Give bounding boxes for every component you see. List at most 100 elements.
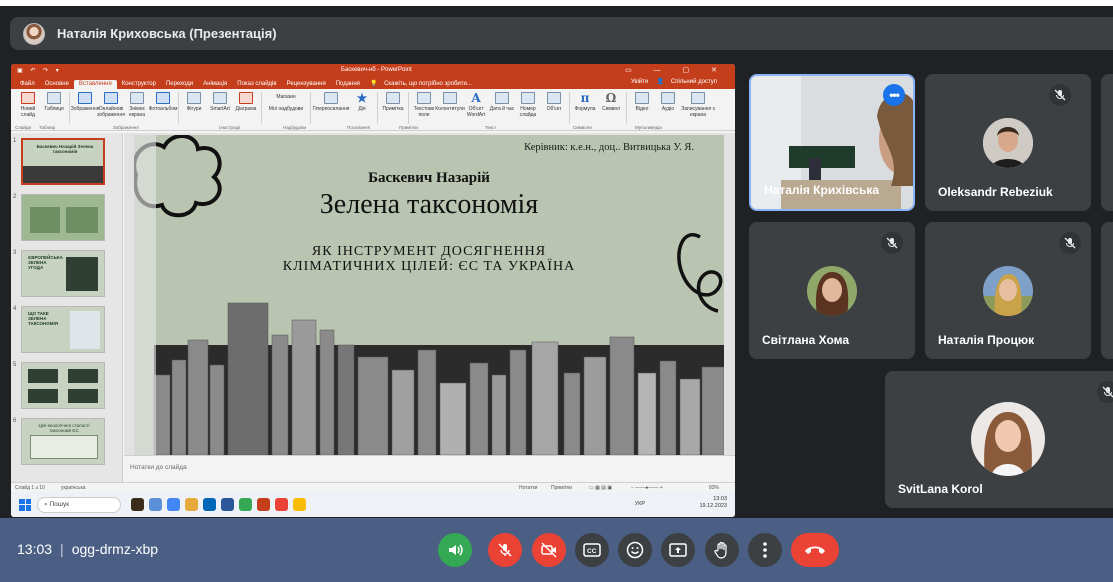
store-icon[interactable] [203, 498, 216, 511]
screen-recording-icon [691, 92, 705, 104]
quick-access-toolbar[interactable]: ▣ ↶ ↷ ▾ [17, 67, 62, 74]
slide-number-label: Номер слайда [519, 106, 537, 118]
slide-thumbnail[interactable]: Цілі екологічної сталості таксономії ЄС [21, 418, 105, 465]
powerpoint-icon[interactable] [257, 498, 270, 511]
more-options-icon[interactable]: ••• [883, 84, 905, 106]
captions-button[interactable]: CC [575, 533, 609, 567]
slide-thumbnail[interactable] [21, 194, 105, 241]
building-12 [417, 349, 437, 455]
reactions-button[interactable] [618, 533, 652, 567]
picture-icon [78, 92, 92, 104]
photo-album-icon [156, 92, 170, 104]
tab-animations[interactable]: Анімація [198, 81, 232, 89]
screenshot-label: Знімок екрана [128, 106, 146, 118]
chrome-icon[interactable] [167, 498, 180, 511]
more-options-icon [763, 542, 767, 558]
camera-toggle-button[interactable] [532, 533, 566, 567]
slide-thumbnail[interactable]: ЄВРОПЕЙСЬКА ЗЕЛЕНА УГОДА [21, 250, 105, 297]
present-button[interactable] [661, 533, 695, 567]
window-controls[interactable]: ▭ — ▢ ✕ [625, 66, 727, 74]
keyboard-language[interactable]: УКР [635, 501, 645, 507]
pi-icon: π [580, 91, 590, 105]
mic-off-icon [1097, 381, 1113, 403]
new-slide-label: Новий слайд [20, 106, 36, 118]
participant-tile[interactable]: Наталія Процюк [925, 222, 1091, 359]
online-picture-icon [104, 92, 118, 104]
meeting-code[interactable]: ogg-drmz-xbp [72, 541, 158, 557]
building-9 [337, 344, 355, 455]
language-indicator[interactable]: українська [61, 485, 86, 491]
new-slide-icon [21, 92, 35, 104]
zoom-slider[interactable]: − ——●—— + [631, 485, 663, 491]
thumb-caption: Баскевич Назарій Зелена таксономія [36, 144, 94, 154]
date-time-label: Дата й час [489, 106, 515, 112]
participant-tile-partial[interactable] [1101, 222, 1113, 359]
building-16 [509, 349, 527, 455]
pictures-label: Зображення [70, 106, 100, 112]
app-icon[interactable] [293, 498, 306, 511]
shapes-label: Фігури [186, 106, 202, 112]
sign-in-link[interactable]: Увійти [626, 79, 653, 87]
group-comments: Примітки [399, 125, 418, 130]
wordart-label: Об'єкт WordArt [466, 106, 486, 118]
more-options-button[interactable] [748, 533, 782, 567]
thumb-number: 4 [13, 306, 17, 312]
smartart-label: SmartArt [210, 106, 230, 112]
tab-review[interactable]: Рецензування [282, 81, 331, 89]
zoom-level[interactable]: 83% [709, 485, 719, 491]
comments-toggle[interactable]: Примітки [551, 485, 572, 491]
textbox-icon [417, 92, 431, 104]
system-clock[interactable]: 13:03 19.12.2023 [699, 496, 727, 510]
slide-thumbnails-pane[interactable]: 1 Баскевич Назарій Зелена таксономія 2 3… [11, 133, 123, 501]
tab-slideshow[interactable]: Показ слайдів [232, 81, 281, 89]
avatar-photo [983, 118, 1033, 168]
thumb-block [30, 207, 60, 233]
mic-off-icon [498, 543, 512, 557]
audio-button[interactable] [438, 533, 472, 567]
my-addins-label[interactable]: Мої надбудови [269, 106, 303, 112]
word-icon[interactable] [221, 498, 234, 511]
calendar-icon [495, 92, 509, 104]
leave-call-button[interactable] [791, 533, 839, 567]
slide-title: Зелена таксономія [319, 189, 539, 220]
header-footer-icon [443, 92, 457, 104]
chrome-alt-icon[interactable] [239, 498, 252, 511]
participant-name: Oleksandr Rebeziuk [938, 185, 1053, 199]
participant-tile[interactable]: Світлана Хома [749, 222, 915, 359]
tab-view[interactable]: Подання [331, 81, 365, 89]
tab-transitions[interactable]: Переходи [161, 81, 198, 89]
file-explorer-icon[interactable] [185, 498, 198, 511]
tab-design[interactable]: Конструктор [117, 81, 161, 89]
group-symbols: Символи [573, 125, 592, 130]
slide-thumbnail[interactable] [21, 362, 105, 409]
building-3 [187, 339, 209, 455]
tell-me-box[interactable]: 💡 Скажіть, що потрібно зробити... [365, 80, 482, 89]
slide-editing-area[interactable]: Керівник: к.е.н., доц.. Витвицька У. Я. … [124, 133, 735, 501]
mic-toggle-button[interactable] [488, 533, 522, 567]
participant-tile[interactable]: Oleksandr Rebeziuk [925, 74, 1091, 211]
participant-tile-self[interactable]: ••• Наталія Крихівська [749, 74, 915, 211]
share-button[interactable]: Спільний доступ [666, 79, 722, 87]
notes-toggle[interactable]: Нотатки [519, 485, 537, 491]
system-date: 19.12.2023 [699, 503, 727, 509]
slide-thumbnail[interactable]: Баскевич Назарій Зелена таксономія [21, 138, 105, 185]
windows-start-icon[interactable] [19, 498, 31, 511]
view-buttons[interactable]: ▭ ▦ ▤ ▣ [589, 485, 612, 491]
slide-thumbnail[interactable]: ЩО ТАКЕ ЗЕЛЕНА ТАКСОНОМІЯ [21, 306, 105, 353]
raise-hand-button[interactable] [705, 533, 739, 567]
taskbar-search[interactable]: ⌕ Пошук [37, 496, 121, 513]
tab-insert[interactable]: Вставлення [73, 80, 117, 89]
participant-tile[interactable]: SvitLana Korol [885, 371, 1113, 508]
current-slide[interactable]: Керівник: к.е.н., доц.. Витвицька У. Я. … [134, 135, 724, 455]
participant-tile-partial[interactable] [1101, 74, 1113, 211]
task-view-icon[interactable] [149, 498, 162, 511]
taskbar-search-text: Пошук [49, 501, 70, 508]
group-links: Посилання [347, 125, 371, 130]
tab-file[interactable]: Файл [15, 81, 40, 89]
audio-label: Аудіо [661, 106, 675, 112]
tab-home[interactable]: Основне [40, 81, 74, 89]
thumb-number: 1 [13, 138, 17, 144]
widget-icon[interactable] [131, 498, 144, 511]
account-area[interactable]: Увійти 👤 Спільний доступ [621, 78, 727, 87]
app-icon[interactable] [275, 498, 288, 511]
